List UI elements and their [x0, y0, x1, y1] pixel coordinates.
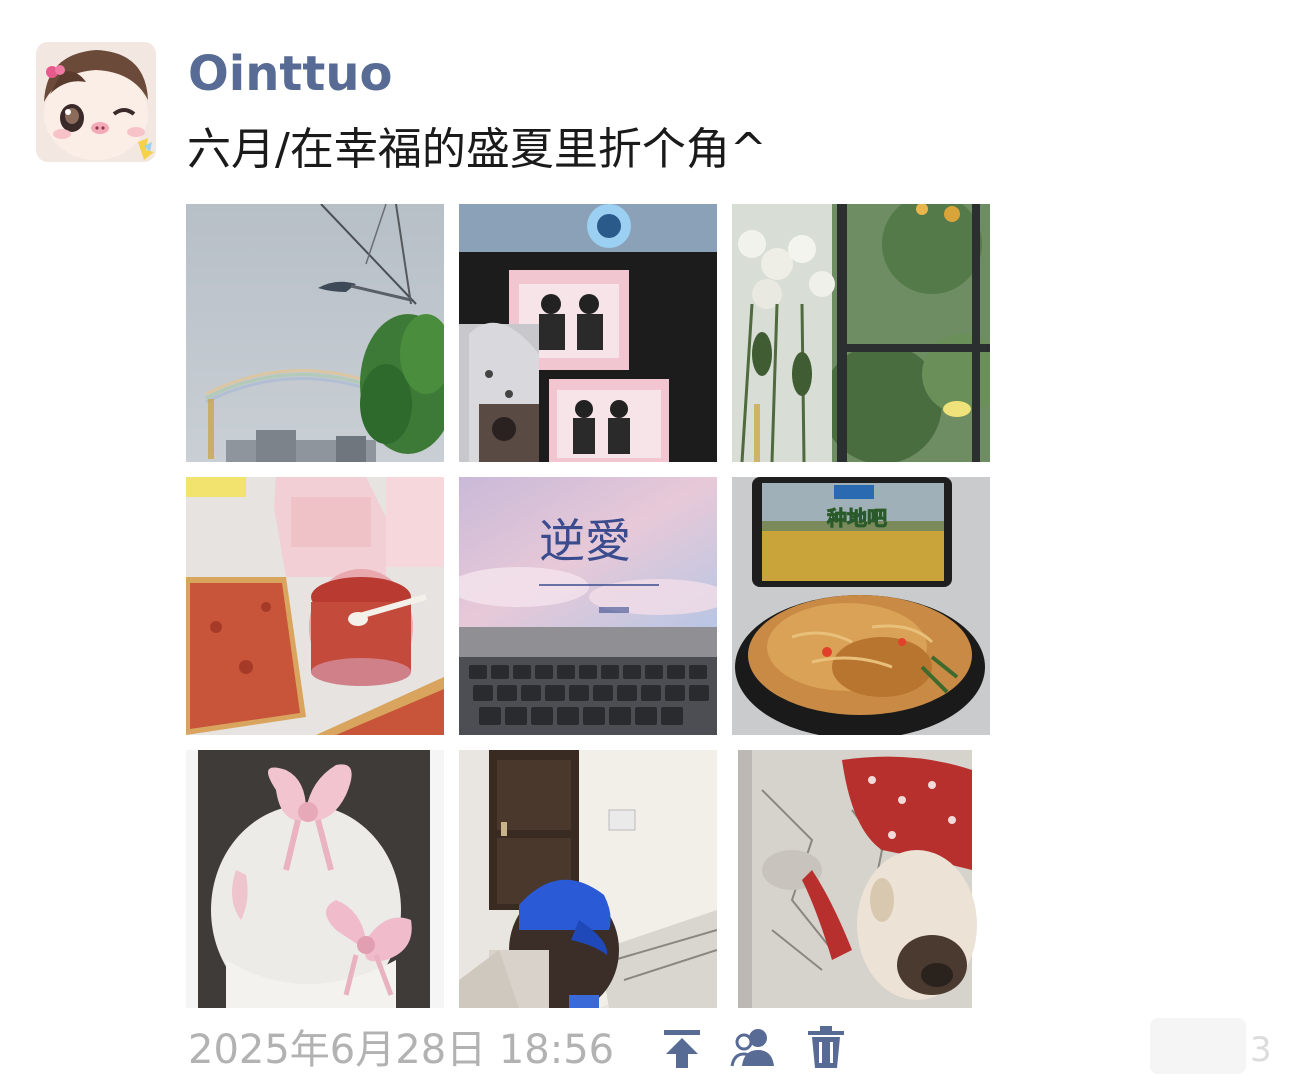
photo-noodle-bowl[interactable]: 种地吧 [732, 477, 990, 735]
visibility-contacts-icon[interactable] [730, 1026, 774, 1070]
tablet-show-title: 种地吧 [826, 506, 887, 530]
photo-blue-cap-selfie[interactable] [459, 750, 717, 1008]
avatar[interactable] [36, 42, 156, 162]
more-actions-button[interactable] [1150, 1018, 1246, 1074]
photo-rainbow-sky[interactable] [186, 204, 444, 462]
photo-dog-red-cloth[interactable] [732, 750, 990, 1008]
post-text: 六月/在幸福的盛夏里折个角^ [187, 124, 767, 175]
post-timestamp: 2025年6月28日 18:56 [188, 1027, 615, 1073]
laptop-screen-title: 逆愛 [539, 514, 631, 568]
photo-laptop-screen[interactable]: 逆愛 [459, 477, 717, 735]
avatar-doll-image [36, 42, 156, 162]
photo-monitor-stickers[interactable] [459, 204, 717, 462]
photo-white-dress-bows[interactable] [186, 750, 444, 1008]
photo-grid: 逆愛 种地吧 [186, 204, 990, 1008]
trash-icon[interactable] [806, 1026, 850, 1070]
pin-to-top-icon[interactable] [660, 1026, 704, 1070]
username[interactable]: Ointtuo [188, 44, 392, 104]
photo-window-flowers[interactable] [732, 204, 990, 462]
photo-jam-toast[interactable] [186, 477, 444, 735]
edge-more-icon: 3 [1250, 1030, 1272, 1070]
